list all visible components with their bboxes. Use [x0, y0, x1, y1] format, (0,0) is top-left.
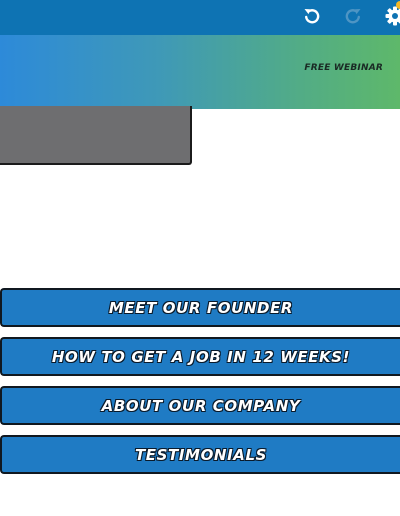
menu-label: TESTIMONIALS	[134, 445, 268, 464]
menu-label: MEET OUR FOUNDER	[108, 298, 294, 317]
media-placeholder	[0, 106, 192, 165]
banner-label: FREE WEBINAR	[304, 63, 383, 73]
webinar-banner[interactable]: FREE WEBINAR	[0, 35, 400, 109]
notification-dot	[396, 1, 400, 9]
meet-founder-button[interactable]: MEET OUR FOUNDER	[0, 288, 400, 327]
menu-label: HOW TO GET A JOB IN 12 WEEKS!	[51, 347, 351, 366]
about-company-button[interactable]: ABOUT OUR COMPANY	[0, 386, 400, 425]
undo-icon[interactable]	[301, 5, 323, 27]
redo-icon[interactable]	[342, 5, 364, 27]
top-toolbar	[0, 0, 400, 35]
testimonials-button[interactable]: TESTIMONIALS	[0, 435, 400, 474]
menu-label: ABOUT OUR COMPANY	[101, 396, 301, 415]
job-in-12-weeks-button[interactable]: HOW TO GET A JOB IN 12 WEEKS!	[0, 337, 400, 376]
